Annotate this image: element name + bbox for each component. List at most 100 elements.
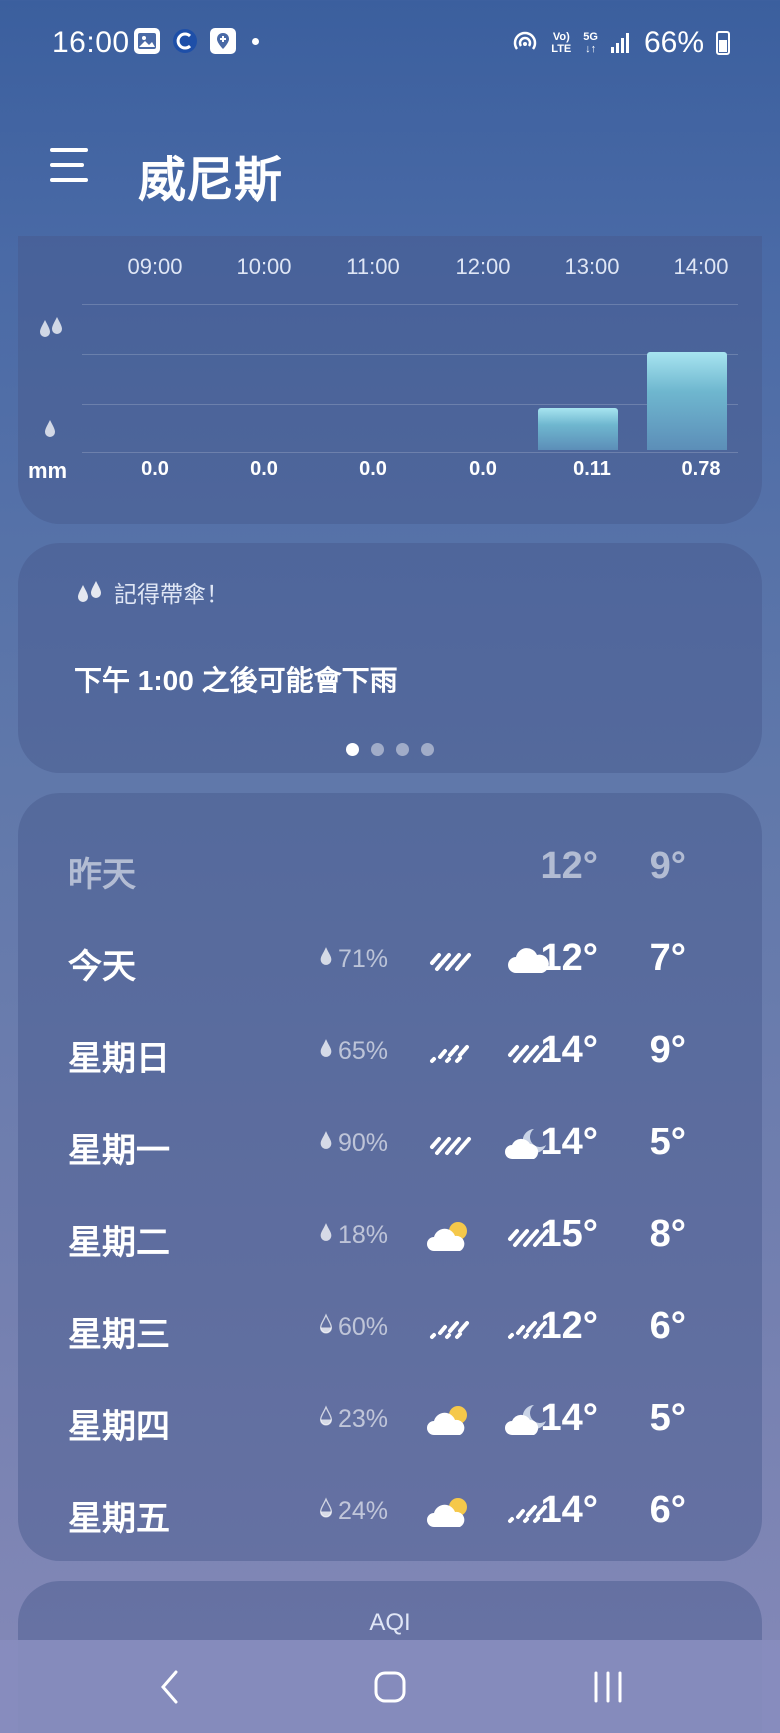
high-temp: 12°	[540, 1305, 598, 1347]
light-rain-icon	[426, 1309, 474, 1349]
hotspot-icon	[514, 31, 537, 50]
precip-value: 0.0	[141, 458, 169, 480]
page-indicator	[18, 743, 762, 756]
forecast-row[interactable]: 星期五 24% 14° 6°	[18, 1485, 762, 1545]
precip-probability: 71%	[318, 945, 388, 974]
forecast-row[interactable]: 星期日 65% 14° 9°	[18, 1025, 762, 1085]
precip-probability-value: 90%	[338, 1129, 389, 1157]
battery-percent: 66%	[643, 26, 704, 59]
page-dot[interactable]	[371, 743, 384, 756]
low-temp: 6°	[649, 1489, 686, 1531]
high-temp: 14°	[540, 1397, 598, 1439]
recent-apps-button[interactable]	[578, 1662, 638, 1712]
forecast-row[interactable]: 星期三 60% 12° 6°	[18, 1301, 762, 1361]
rain-drop-icon	[318, 1221, 334, 1250]
precipitation-bars	[82, 292, 738, 450]
partly-cloudy-icon	[426, 1493, 474, 1533]
menu-icon-line	[50, 148, 88, 152]
home-icon	[374, 1671, 406, 1703]
more-notifications-dot	[252, 37, 259, 45]
aqi-label: AQI	[369, 1609, 411, 1636]
precip-value: 0.11	[573, 458, 611, 480]
low-temp: 5°	[649, 1121, 686, 1163]
rain-drop-icon	[318, 1313, 334, 1342]
signal-icon	[610, 33, 629, 53]
precip-probability-value: 65%	[338, 1037, 389, 1065]
rain-drop-icon	[318, 1497, 334, 1526]
back-button[interactable]	[140, 1662, 200, 1712]
page-dot[interactable]	[346, 743, 359, 756]
location-app-icon	[210, 28, 236, 54]
high-temp: 14°	[540, 1121, 598, 1163]
precip-value: 0.0	[469, 458, 497, 480]
volte-indicator: Vo) LTE	[551, 31, 572, 55]
status-time: 16:00	[52, 26, 130, 59]
precip-value: 0.78	[681, 458, 721, 480]
high-temp: 14°	[540, 1029, 598, 1071]
back-icon	[161, 1670, 178, 1704]
app-header: 威尼斯	[0, 130, 780, 220]
unit-label: mm	[28, 458, 68, 483]
home-button[interactable]	[360, 1662, 420, 1712]
light-rain-drop-icon	[45, 420, 55, 437]
day-name: 星期五	[68, 1500, 170, 1538]
menu-icon-line	[50, 163, 84, 167]
page-dot[interactable]	[396, 743, 409, 756]
precip-probability: 90%	[318, 1129, 388, 1158]
hour-label: 09:00	[127, 254, 183, 279]
hour-label: 14:00	[673, 254, 729, 279]
high-temp: 15°	[540, 1213, 598, 1255]
forecast-row-yesterday[interactable]: 昨天 12° 9°	[18, 841, 762, 901]
forecast-row[interactable]: 星期二 18% 15° 8°	[18, 1209, 762, 1269]
low-temp: 9°	[649, 1029, 686, 1071]
precip-value: 0.0	[359, 458, 387, 480]
precipitation-card: 09:00 10:00 11:00 12:00 13:00 14:00 mm 0…	[18, 236, 762, 524]
forecast-row[interactable]: 星期一 90% 14° 5°	[18, 1117, 762, 1177]
5g-indicator: 5G ↓↑	[583, 31, 598, 55]
hour-label: 12:00	[455, 254, 511, 279]
precip-value: 0.0	[250, 458, 278, 480]
precip-probability-value: 71%	[338, 945, 389, 973]
day-name: 星期日	[68, 1040, 170, 1078]
heavy-rain-drops-icon	[40, 317, 62, 337]
hour-label: 11:00	[346, 254, 400, 279]
precipitation-bar	[647, 352, 728, 450]
menu-icon-line	[50, 178, 88, 182]
rain-drop-icon	[318, 1037, 334, 1066]
precip-probability: 65%	[318, 1037, 388, 1066]
precip-probability-value: 60%	[338, 1313, 389, 1341]
forecast-row[interactable]: 星期四 23% 14° 5°	[18, 1393, 762, 1453]
low-temp: 6°	[649, 1305, 686, 1347]
rain-drops-icon	[78, 581, 101, 602]
page-dot[interactable]	[421, 743, 434, 756]
rain-icon	[426, 941, 474, 981]
low-temp: 7°	[649, 937, 686, 979]
precip-probability: 60%	[318, 1313, 388, 1342]
navigation-bar	[0, 1640, 780, 1733]
rain-drop-icon	[318, 1405, 334, 1434]
precip-probability: 24%	[318, 1497, 388, 1526]
daily-forecast-card: 昨天 12° 9° 今天 71% 12° 7° 星期日 65% 14° 9° 星期一 90% 14°…	[18, 793, 762, 1561]
umbrella-message: 下午 1:00 之後可能會下雨	[74, 665, 398, 696]
recent-apps-icon	[594, 1671, 622, 1703]
high-temp: 12°	[540, 845, 598, 887]
gallery-icon	[134, 28, 160, 54]
precip-probability: 18%	[318, 1221, 388, 1250]
rain-icon	[426, 1125, 474, 1165]
rain-drop-icon	[318, 1129, 334, 1158]
light-rain-icon	[426, 1033, 474, 1073]
partly-cloudy-icon	[426, 1217, 474, 1257]
precip-probability-value: 18%	[338, 1221, 389, 1249]
low-temp: 8°	[649, 1213, 686, 1255]
grid-line	[82, 452, 738, 453]
precip-probability-value: 24%	[338, 1497, 389, 1525]
menu-button[interactable]	[50, 148, 88, 182]
partly-cloudy-icon	[426, 1401, 474, 1441]
precip-probability-value: 23%	[338, 1405, 389, 1433]
page-title: 威尼斯	[138, 154, 283, 207]
day-name: 星期四	[68, 1408, 170, 1446]
umbrella-reminder-title: 記得帶傘！	[74, 575, 229, 609]
day-name: 星期一	[68, 1132, 170, 1170]
umbrella-reminder-card[interactable]: 記得帶傘！ 下午 1:00 之後可能會下雨	[18, 543, 762, 773]
forecast-row[interactable]: 今天 71% 12° 7°	[18, 933, 762, 993]
